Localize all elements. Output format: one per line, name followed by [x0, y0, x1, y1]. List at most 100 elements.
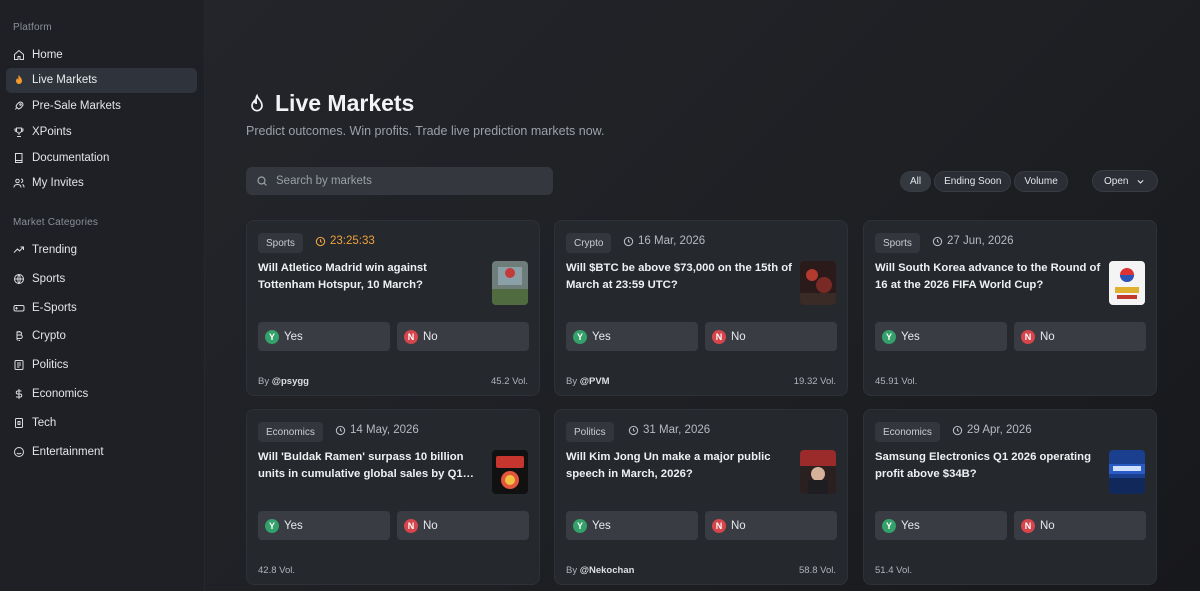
no-button[interactable]: N No [705, 511, 837, 540]
author-label: By @PVM [566, 376, 610, 387]
market-question[interactable]: Samsung Electronics Q1 2026 operating pr… [875, 449, 1101, 483]
sidebar-item-trending[interactable]: Trending [6, 237, 197, 264]
countdown-timer: 23:25:33 [315, 235, 375, 247]
yes-button[interactable]: Y Yes [566, 511, 698, 540]
yes-button[interactable]: Y Yes [566, 322, 698, 351]
sidebar-item-label: My Invites [32, 177, 84, 190]
market-card[interactable]: Economics 29 Apr, 2026 Samsung Electroni… [863, 409, 1157, 585]
yes-badge-icon: Y [882, 518, 896, 533]
trending-icon [13, 244, 25, 256]
sidebar-item-xpoints[interactable]: XPoints [6, 119, 197, 144]
yes-button[interactable]: Y Yes [875, 511, 1007, 540]
market-card[interactable]: Sports 23:25:33 Will Atletico Madrid win… [246, 220, 540, 396]
sidebar-item-label: Entertainment [32, 445, 104, 458]
sidebar-item-label: Economics [32, 388, 89, 401]
category-tag: Economics [258, 422, 323, 442]
yes-button[interactable]: Y Yes [875, 322, 1007, 351]
sidebar-item-label: Politics [32, 359, 69, 372]
category-tag: Sports [258, 233, 303, 253]
sidebar-item-live-markets[interactable]: Live Markets [6, 67, 197, 93]
book-icon [13, 152, 25, 164]
market-card[interactable]: Politics 31 Mar, 2026 Will Kim Jong Un m… [554, 409, 848, 585]
sidebar-item-tech[interactable]: Tech [6, 410, 197, 437]
clock-icon [628, 425, 639, 436]
sidebar-item-label: Crypto [32, 330, 66, 343]
volume-label: 45.91 Vol. [875, 376, 918, 387]
yes-button[interactable]: Y Yes [258, 322, 390, 351]
search-bar[interactable] [246, 167, 553, 195]
market-thumbnail [800, 261, 836, 305]
filter-ending-soon[interactable]: Ending Soon [934, 171, 1012, 192]
author-label: By @Nekochan [566, 565, 635, 576]
author-link[interactable]: @PVM [580, 376, 610, 387]
market-thumbnail [492, 261, 528, 305]
document-icon [13, 359, 25, 371]
sidebar-item-entertainment[interactable]: Entertainment [6, 438, 197, 465]
sidebar-item-label: XPoints [32, 125, 72, 138]
yes-button[interactable]: Y Yes [258, 511, 390, 540]
sidebar-item-label: Live Markets [32, 74, 98, 87]
market-thumbnail [1109, 450, 1145, 494]
search-input[interactable] [276, 175, 546, 187]
no-badge-icon: N [712, 518, 726, 533]
flame-icon [247, 93, 267, 114]
sidebar-item-politics[interactable]: Politics [6, 352, 197, 379]
sidebar-item-economics[interactable]: Economics [6, 381, 197, 408]
filter-all[interactable]: All [900, 171, 932, 192]
no-badge-icon: N [712, 329, 726, 344]
end-date: 14 May, 2026 [335, 424, 419, 436]
sidebar-item-label: Documentation [32, 151, 110, 164]
market-question[interactable]: Will 'Buldak Ramen' surpass 10 billion u… [258, 449, 484, 483]
no-button[interactable]: N No [705, 322, 837, 351]
no-button[interactable]: N No [397, 322, 529, 351]
category-tag: Politics [566, 422, 614, 442]
clock-icon [932, 236, 943, 247]
categories-section-title: Market Categories [13, 216, 99, 228]
market-question[interactable]: Will South Korea advance to the Round of… [875, 260, 1101, 294]
market-question[interactable]: Will Kim Jong Un make a major public spe… [566, 449, 792, 483]
sidebar-item-my-invites[interactable]: My Invites [6, 171, 197, 196]
status-dropdown[interactable]: Open [1092, 170, 1158, 192]
market-card[interactable]: Crypto 16 Mar, 2026 Will $BTC be above $… [554, 220, 848, 396]
market-thumbnail [800, 450, 836, 494]
clock-icon [623, 236, 634, 247]
market-question[interactable]: Will $BTC be above $73,000 on the 15th o… [566, 260, 792, 294]
volume-label: 42.8 Vol. [258, 565, 295, 576]
market-card[interactable]: Sports 27 Jun, 2026 Will South Korea adv… [863, 220, 1157, 396]
sidebar-item-e-sports[interactable]: E-Sports [6, 294, 197, 321]
sidebar-item-home[interactable]: Home [6, 42, 197, 67]
sidebar-item-crypto[interactable]: Crypto [6, 323, 197, 350]
market-question[interactable]: Will Atletico Madrid win against Tottenh… [258, 260, 484, 294]
no-button[interactable]: N No [397, 511, 529, 540]
sidebar-item-label: Sports [32, 272, 66, 285]
sidebar-item-label: Pre-Sale Markets [32, 100, 121, 113]
gamepad-icon [13, 302, 25, 314]
ball-icon [13, 273, 25, 285]
sidebar-item-pre-sale-markets[interactable]: Pre-Sale Markets [6, 94, 197, 119]
no-button[interactable]: N No [1014, 322, 1146, 351]
volume-label: 58.8 Vol. [799, 565, 836, 576]
clock-icon [315, 236, 326, 247]
users-icon [13, 177, 25, 189]
no-button[interactable]: N No [1014, 511, 1146, 540]
page-title: Live Markets [247, 90, 414, 117]
sidebar-item-documentation[interactable]: Documentation [6, 145, 197, 170]
author-link[interactable]: @Nekochan [580, 565, 635, 576]
chip-icon [13, 417, 25, 429]
yes-badge-icon: Y [573, 518, 587, 533]
sidebar-item-sports[interactable]: Sports [6, 266, 197, 293]
filter-chips: All Ending Soon Volume [900, 171, 1071, 192]
clock-icon [952, 425, 963, 436]
smile-icon [13, 446, 25, 458]
category-tag: Crypto [566, 233, 612, 253]
filter-volume[interactable]: Volume [1014, 171, 1068, 192]
market-card[interactable]: Economics 14 May, 2026 Will 'Buldak Rame… [246, 409, 540, 585]
flame-icon [13, 74, 25, 86]
sidebar-item-label: Trending [32, 244, 77, 257]
market-thumbnail [1109, 261, 1145, 305]
volume-label: 51.4 Vol. [875, 565, 912, 576]
sidebar: Platform Home Live Markets Pre-Sale Mark… [0, 0, 205, 591]
author-link[interactable]: @psygg [272, 376, 309, 387]
bitcoin-icon [13, 330, 25, 342]
end-date: 16 Mar, 2026 [623, 235, 705, 247]
